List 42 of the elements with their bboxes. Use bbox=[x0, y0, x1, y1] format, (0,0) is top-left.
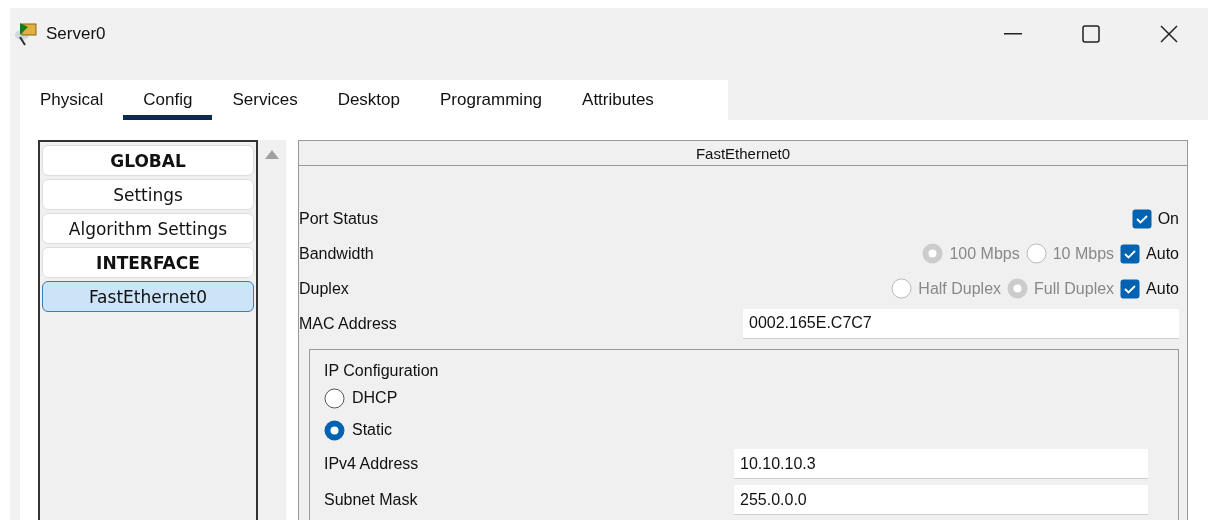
field-label: Bandwidth bbox=[299, 244, 375, 263]
sidebar-heading[interactable]: INTERFACE bbox=[42, 247, 254, 278]
server-icon bbox=[14, 21, 38, 47]
checkbox[interactable] bbox=[1120, 243, 1141, 264]
mac-address-field[interactable]: 0002.165E.C7C7 bbox=[743, 308, 1179, 339]
close-icon bbox=[1160, 25, 1178, 43]
sidebar-item[interactable]: Settings bbox=[42, 179, 254, 210]
radio-label: DHCP bbox=[352, 389, 398, 407]
radio-button[interactable] bbox=[324, 387, 345, 409]
field-label: Duplex bbox=[299, 279, 350, 298]
radio-label: Full Duplex bbox=[1034, 279, 1115, 298]
tab[interactable]: Desktop bbox=[317, 80, 420, 120]
field-label: MAC Address bbox=[299, 314, 398, 333]
maximize-icon bbox=[1082, 25, 1100, 43]
scrollbar[interactable] bbox=[258, 140, 286, 520]
radio-label: Half Duplex bbox=[918, 279, 1002, 298]
checkbox-label: On bbox=[1157, 209, 1179, 228]
window-title: Server0 bbox=[46, 24, 107, 44]
minimize-icon bbox=[1004, 33, 1022, 35]
checkbox[interactable] bbox=[1120, 278, 1141, 299]
checkbox-label: Auto bbox=[1146, 279, 1179, 298]
input-field[interactable]: 255.0.0.0 bbox=[734, 485, 1148, 515]
sidebar-item[interactable]: FastEthernet0 bbox=[42, 281, 254, 312]
tab[interactable]: Attributes bbox=[562, 80, 674, 120]
sidebar-item[interactable]: Algorithm Settings bbox=[42, 213, 254, 244]
tab[interactable]: Programming bbox=[420, 80, 563, 120]
checkbox-label: Auto bbox=[1146, 244, 1179, 263]
field-label: Port Status bbox=[299, 209, 380, 228]
radio-label: 10 Mbps bbox=[1052, 244, 1115, 263]
scroll-up-icon[interactable] bbox=[265, 150, 279, 159]
radio-label: Static bbox=[352, 421, 392, 439]
tab[interactable]: Services bbox=[212, 80, 318, 120]
panel-title: FastEthernet0 bbox=[299, 141, 1187, 166]
sidebar-heading[interactable]: GLOBAL bbox=[42, 145, 254, 176]
group-title: IP Configuration bbox=[324, 362, 440, 380]
field-label: IPv4 Address bbox=[324, 455, 420, 473]
checkbox[interactable] bbox=[1131, 208, 1152, 229]
tab[interactable]: Physical bbox=[20, 80, 124, 120]
radio-button[interactable] bbox=[324, 419, 345, 441]
field-label: Subnet Mask bbox=[324, 491, 419, 509]
radio-label: 100 Mbps bbox=[949, 244, 1020, 263]
input-field[interactable]: 10.10.10.3 bbox=[734, 449, 1148, 479]
